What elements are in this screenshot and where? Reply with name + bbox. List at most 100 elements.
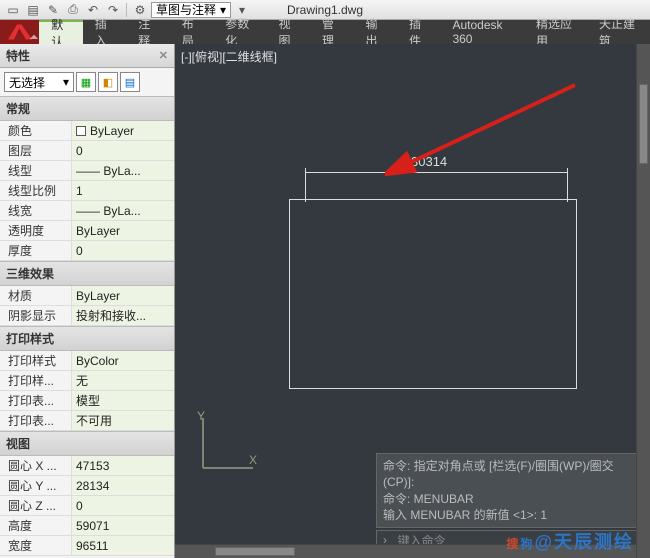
property-value[interactable]: ByLayer (72, 121, 174, 140)
property-label: 圆心 Z ... (0, 496, 72, 515)
property-value[interactable]: 1 (72, 181, 174, 200)
property-row[interactable]: 图层 0 (0, 141, 174, 161)
property-value[interactable]: 47153 (72, 456, 174, 475)
document-title: Drawing1.dwg (287, 3, 363, 17)
tab-featured[interactable]: 精选应用 (524, 20, 587, 44)
property-value[interactable]: —— ByLa... (72, 201, 174, 220)
selection-value: 无选择 (9, 74, 45, 91)
property-row[interactable]: 透明度ByLayer (0, 221, 174, 241)
property-value-text: ByColor (76, 354, 119, 368)
property-label: 打印样... (0, 371, 72, 390)
palette-title-bar[interactable]: 特性 ✕ (0, 44, 174, 68)
property-label: 线型 (0, 161, 72, 180)
quick-select-icon[interactable]: ▦ (76, 72, 96, 92)
property-value-text: 0 (76, 244, 83, 258)
tab-manage[interactable]: 管理 (310, 20, 354, 44)
qat-new-icon[interactable]: ▭ (4, 2, 22, 18)
cmd-line: 输入 MENUBAR 的新值 <1>: 1 (383, 507, 639, 523)
property-label: 线型比例 (0, 181, 72, 200)
property-label: 图层 (0, 141, 72, 160)
ribbon-tabs: 默认 插入 注释 布局 参数化 视图 管理 输出 插件 Autodesk 360… (39, 20, 650, 44)
property-value-text: 28134 (76, 479, 109, 493)
property-row[interactable]: 颜色ByLayer (0, 121, 174, 141)
property-row[interactable]: 宽度96511 (0, 536, 174, 556)
palette-title: 特性 (6, 47, 30, 64)
tab-annotate[interactable]: 注释 (126, 20, 170, 44)
section-header[interactable]: 打印样式 (0, 326, 174, 351)
ucs-x: X (249, 453, 257, 467)
property-row[interactable]: 圆心 X ...47153 (0, 456, 174, 476)
property-value[interactable]: 模型 (72, 391, 174, 410)
tab-parametric[interactable]: 参数化 (213, 20, 266, 44)
close-icon[interactable]: ✕ (159, 49, 168, 62)
property-value[interactable]: 59071 (72, 516, 174, 535)
property-row[interactable]: 线宽 —— ByLa... (0, 201, 174, 221)
property-row[interactable]: 高度59071 (0, 516, 174, 536)
tab-view[interactable]: 视图 (266, 20, 310, 44)
property-value[interactable]: ByColor (72, 351, 174, 370)
selection-combo[interactable]: 无选择 ▾ (4, 72, 74, 92)
drawing-canvas[interactable]: [-][俯视][二维线框] 30314 X Y 命令: 指定对角点或 [栏选(F… (175, 44, 650, 558)
section-header[interactable]: 常规 (0, 96, 174, 121)
tab-insert[interactable]: 插入 (83, 20, 127, 44)
property-value[interactable]: 96511 (72, 536, 174, 555)
tab-label: Autodesk 360 (452, 18, 512, 46)
property-value[interactable]: 投射和接收... (72, 306, 174, 325)
scrollbar-vertical[interactable] (636, 44, 650, 558)
app-menu-button[interactable] (0, 20, 39, 44)
property-value-text: 模型 (76, 392, 100, 409)
property-row[interactable]: 线型 —— ByLa... (0, 161, 174, 181)
property-value[interactable]: —— ByLa... (72, 161, 174, 180)
property-value-text: —— ByLa... (76, 164, 141, 178)
property-value[interactable]: 28134 (72, 476, 174, 495)
cmd-line: 命令: MENUBAR (383, 491, 639, 507)
selection-row: 无选择 ▾ ▦ ◧ ▤ (0, 68, 174, 96)
quick-calc-icon[interactable]: ▤ (120, 72, 140, 92)
main-body: 特性 ✕ 无选择 ▾ ▦ ◧ ▤ 常规颜色ByLayer图层0线型—— ByLa… (0, 44, 650, 558)
property-value-text: ByLayer (76, 289, 120, 303)
property-row[interactable]: 圆心 Z ...0 (0, 496, 174, 516)
property-label: 颜色 (0, 121, 72, 140)
tab-layout[interactable]: 布局 (170, 20, 214, 44)
command-history[interactable]: 命令: 指定对角点或 [栏选(F)/圈围(WP)/圈交(CP)]: 命令: ME… (376, 453, 646, 528)
property-label: 厚度 (0, 241, 72, 260)
property-value[interactable]: ByLayer (72, 221, 174, 240)
property-value[interactable]: 无 (72, 371, 174, 390)
drawn-rectangle (289, 199, 577, 389)
section-header[interactable]: 三维效果 (0, 261, 174, 286)
property-value[interactable]: ByLayer (72, 286, 174, 305)
section-header[interactable]: 视图 (0, 431, 174, 456)
property-value-text: 96511 (76, 539, 108, 553)
toggle-pick-icon[interactable]: ◧ (98, 72, 118, 92)
property-row[interactable]: 圆心 Y ...28134 (0, 476, 174, 496)
property-row[interactable]: 打印样...无 (0, 371, 174, 391)
property-row[interactable]: 打印样式ByColor (0, 351, 174, 371)
tab-output[interactable]: 输出 (353, 20, 397, 44)
qat: ▭ ▤ ✎ ⎙ ↶ ↷ ⚙ 草图与注释 ▾ ▾ (4, 2, 251, 18)
property-row[interactable]: 材质ByLayer (0, 286, 174, 306)
ucs-y: Y (197, 409, 205, 423)
property-value[interactable]: 0 (72, 141, 174, 160)
property-row[interactable]: 厚度 0 (0, 241, 174, 261)
property-row[interactable]: 打印表...模型 (0, 391, 174, 411)
qat-open-icon[interactable]: ▤ (24, 2, 42, 18)
property-row[interactable]: 打印表...不可用 (0, 411, 174, 431)
property-value-text: 0 (76, 144, 83, 158)
property-value[interactable]: 不可用 (72, 411, 174, 430)
property-row[interactable]: 线型比例 1 (0, 181, 174, 201)
tab-a360[interactable]: Autodesk 360 (440, 20, 524, 44)
property-value-text: 1 (76, 184, 83, 198)
property-label: 高度 (0, 516, 72, 535)
property-value-text: —— ByLa... (76, 204, 141, 218)
color-swatch (76, 126, 86, 136)
property-label: 线宽 (0, 201, 72, 220)
tab-default[interactable]: 默认 (39, 20, 83, 44)
annotation-arrow (385, 80, 585, 180)
properties-scroll[interactable]: 常规颜色ByLayer图层0线型—— ByLa...线型比例1线宽—— ByLa… (0, 96, 174, 558)
property-value[interactable]: 0 (72, 496, 174, 515)
viewport-label[interactable]: [-][俯视][二维线框] (181, 48, 277, 65)
property-value[interactable]: 0 (72, 241, 174, 260)
property-row[interactable]: 阴影显示投射和接收... (0, 306, 174, 326)
tab-tangent[interactable]: 天正建筑 (587, 20, 650, 44)
tab-plugin[interactable]: 插件 (397, 20, 441, 44)
